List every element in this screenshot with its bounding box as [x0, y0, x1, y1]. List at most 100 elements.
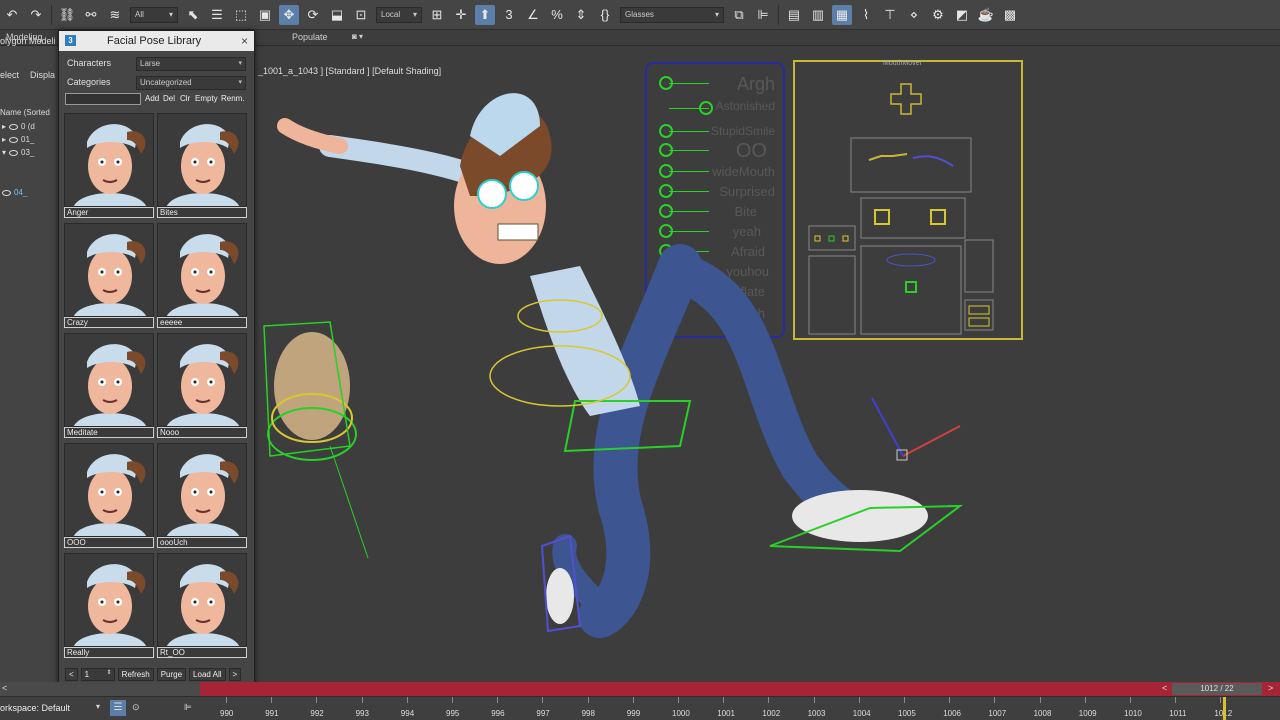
edit-named-selection-icon[interactable]: {} — [595, 5, 615, 25]
pose-thumbnail[interactable]: Anger — [64, 113, 154, 220]
unlink-icon[interactable]: ⚯ — [81, 5, 101, 25]
pose-face-image[interactable] — [64, 553, 154, 647]
expand-icon[interactable]: ▸ — [2, 135, 6, 144]
prev-page-button[interactable]: < — [65, 667, 78, 681]
collapse-left-icon[interactable]: < — [2, 683, 7, 693]
eye-icon[interactable] — [9, 136, 19, 143]
layers-icon[interactable]: ☰ — [110, 700, 126, 716]
rendered-frame-window-icon[interactable]: ◩ — [952, 5, 972, 25]
eye-icon[interactable] — [2, 189, 11, 196]
empty-button[interactable]: Empty — [195, 93, 218, 105]
pose-face-image[interactable] — [64, 443, 154, 537]
rect-select-region-icon[interactable]: ⬚ — [231, 5, 251, 25]
eye-icon[interactable] — [9, 149, 19, 156]
delete-button[interactable]: Del — [163, 93, 175, 105]
ribbon-options-icon[interactable]: ◙ ▾ — [352, 32, 363, 41]
pose-face-image[interactable] — [157, 113, 247, 207]
scene-row[interactable]: ▸ 0 (d — [2, 122, 35, 131]
pivot-center-icon[interactable]: ⊞ — [427, 5, 447, 25]
scene-row[interactable]: 04_ — [2, 188, 27, 197]
keyboard-shortcut-override-icon[interactable]: ⬆ — [475, 4, 495, 25]
select-by-name-icon[interactable]: ☰ — [207, 5, 227, 25]
pose-thumbnail[interactable]: OOO — [64, 443, 154, 550]
purge-button[interactable]: Purge — [156, 667, 187, 681]
scene-select-menu[interactable]: elect — [0, 70, 19, 80]
workspace-selector[interactable]: orkspace: Default — [0, 700, 100, 716]
pose-face-image[interactable] — [64, 223, 154, 317]
pose-name-input[interactable] — [65, 93, 141, 105]
pose-face-image[interactable] — [64, 113, 154, 207]
next-frame-icon[interactable]: > — [1268, 683, 1273, 693]
pose-face-image[interactable] — [157, 333, 247, 427]
pose-thumbnail[interactable]: Rt_OO — [157, 553, 247, 660]
snaps-toggle-icon[interactable]: 3 — [499, 5, 519, 25]
align-icon[interactable]: ⊫ — [753, 5, 773, 25]
page-spinner[interactable]: 1 ⇕ — [80, 667, 115, 681]
pose-thumbnail[interactable]: Really — [64, 553, 154, 660]
pose-thumbnail[interactable]: eeeee — [157, 223, 247, 330]
ribbon-toggle-icon[interactable]: ▦ — [832, 4, 852, 25]
spinner-snap-icon[interactable]: ⇕ — [571, 5, 591, 25]
window-titlebar[interactable]: 3 Facial Pose Library × — [59, 31, 254, 51]
expand-icon[interactable]: ▸ — [2, 122, 6, 131]
link-icon[interactable]: ⛓ — [57, 5, 77, 25]
render-iterative-icon[interactable]: ▩ — [1000, 5, 1020, 25]
bind-spacewarp-icon[interactable]: ≋ — [105, 5, 125, 25]
redo-icon[interactable]: ↷ — [26, 5, 46, 25]
current-frame-marker[interactable] — [1223, 697, 1226, 720]
scene-row[interactable]: ▾ 03_ — [2, 148, 34, 157]
curve-editor-icon[interactable]: ⌇ — [856, 5, 876, 25]
time-slider[interactable]: < < 1012 / 22 > — [0, 682, 1280, 696]
scene-name-header[interactable]: Name (Sorted — [0, 108, 50, 117]
pose-thumbnail[interactable]: oooUch — [157, 443, 247, 550]
pose-thumbnail[interactable]: Meditate — [64, 333, 154, 440]
reference-coord-select[interactable]: Local ▾ — [376, 6, 422, 23]
pose-face-image[interactable] — [157, 553, 247, 647]
pose-thumbnail[interactable]: Nooo — [157, 333, 247, 440]
load-all-button[interactable]: Load All — [189, 667, 226, 681]
layer-explorer-icon[interactable]: ▥ — [808, 5, 828, 25]
characters-dropdown[interactable]: Larse ▾ — [136, 57, 246, 71]
workspace-nav-icon[interactable]: ⊙ — [132, 702, 140, 713]
move-icon[interactable]: ✥ — [279, 4, 299, 25]
track-filter-icon[interactable]: ⊫ — [184, 702, 192, 713]
rotate-icon[interactable]: ⟳ — [303, 5, 323, 25]
eye-icon[interactable] — [9, 123, 19, 130]
placement-icon[interactable]: ⊡ — [351, 5, 371, 25]
percent-snap-icon[interactable]: % — [547, 5, 567, 25]
spinner-arrows-icon[interactable]: ⇕ — [107, 668, 112, 679]
render-production-icon[interactable]: ☕ — [976, 5, 996, 25]
scale-icon[interactable]: ⬓ — [327, 5, 347, 25]
ribbon-polygon-modeling-tab[interactable]: olygon Modeli — [0, 36, 56, 46]
collapse-icon[interactable]: ▾ — [2, 148, 6, 157]
close-icon[interactable]: × — [241, 34, 248, 48]
categories-dropdown[interactable]: Uncategorized ▾ — [136, 76, 246, 90]
pose-thumbnail[interactable]: Crazy — [64, 223, 154, 330]
clear-button[interactable]: Clr — [180, 93, 190, 105]
angle-snap-icon[interactable]: ∠ — [523, 5, 543, 25]
rename-button[interactable]: Renm. — [221, 93, 245, 105]
selection-filter-select[interactable]: All ▾ — [130, 6, 178, 23]
refresh-button[interactable]: Refresh — [117, 667, 154, 681]
scene-explorer-icon[interactable]: ▤ — [784, 5, 804, 25]
material-editor-icon[interactable]: ⋄ — [904, 5, 924, 25]
pose-face-image[interactable] — [157, 443, 247, 537]
render-setup-icon[interactable]: ⚙ — [928, 5, 948, 25]
add-button[interactable]: Add — [145, 93, 159, 105]
schematic-view-icon[interactable]: ⊤ — [880, 5, 900, 25]
frame-readout[interactable]: 1012 / 22 — [1172, 683, 1262, 695]
scene-display-menu[interactable]: Displa — [30, 70, 55, 80]
window-crossing-icon[interactable]: ▣ — [255, 5, 275, 25]
select-manipulate-icon[interactable]: ✛ — [451, 5, 471, 25]
undo-icon[interactable]: ↶ — [2, 5, 22, 25]
pose-face-image[interactable] — [64, 333, 154, 427]
pose-thumbnail[interactable]: Bites — [157, 113, 247, 220]
time-slider-range[interactable] — [200, 682, 1280, 696]
mirror-icon[interactable]: ⧉ — [729, 5, 749, 25]
select-object-icon[interactable]: ⬉ — [183, 5, 203, 25]
prev-frame-icon[interactable]: < — [1162, 683, 1167, 693]
next-page-button[interactable]: > — [228, 667, 242, 681]
chevron-down-icon[interactable]: ▾ — [96, 702, 100, 711]
pose-face-image[interactable] — [157, 223, 247, 317]
track-bar[interactable]: orkspace: Default ▾ ☰ ⊙ ⊫ 990 991 992 993 99… — [0, 696, 1280, 720]
